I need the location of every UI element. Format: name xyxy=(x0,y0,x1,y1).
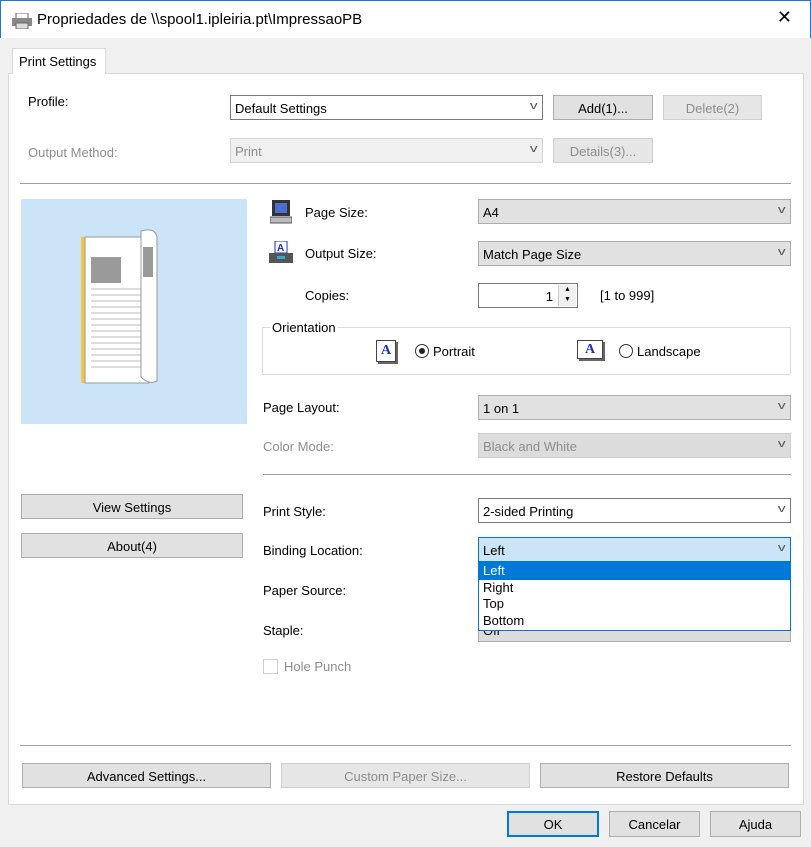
printer-icon xyxy=(12,13,32,29)
output-method-value: Print xyxy=(235,144,262,159)
hole-punch-checkbox[interactable] xyxy=(263,659,278,674)
color-mode-select[interactable]: Black and White v xyxy=(478,433,791,458)
output-size-select[interactable]: Match Page Size v xyxy=(478,241,791,266)
details-button[interactable]: Details(3)... xyxy=(553,138,653,163)
orientation-group xyxy=(262,327,791,375)
cancel-button[interactable]: Cancelar xyxy=(609,811,700,837)
print-style-label: Print Style: xyxy=(263,504,326,519)
chevron-down-icon: v xyxy=(529,100,538,112)
custom-paper-size-button[interactable]: Custom Paper Size... xyxy=(281,763,530,788)
chevron-down-icon: v xyxy=(777,438,786,450)
page-layout-select[interactable]: 1 on 1 v xyxy=(478,395,791,420)
close-button[interactable]: ✕ xyxy=(777,7,792,28)
option-bottom[interactable]: Bottom xyxy=(479,613,790,630)
option-left[interactable]: Left xyxy=(479,563,790,580)
chevron-down-icon: v xyxy=(777,503,786,515)
binding-location-value: Left xyxy=(483,543,505,558)
profile-select[interactable]: Default Settings v xyxy=(230,95,543,120)
paper-source-label: Paper Source: xyxy=(263,583,347,598)
window-title: Propriedades de \\spool1.ipleiria.pt\Imp… xyxy=(37,11,363,28)
help-button[interactable]: Ajuda xyxy=(710,811,801,837)
advanced-settings-button[interactable]: Advanced Settings... xyxy=(22,763,271,788)
svg-text:A: A xyxy=(277,243,284,254)
orientation-label: Orientation xyxy=(270,320,338,335)
copies-label: Copies: xyxy=(305,288,350,303)
divider xyxy=(263,474,791,475)
about-button[interactable]: About(4) xyxy=(21,533,243,558)
copies-value: 1 xyxy=(545,289,553,304)
ok-button[interactable]: OK xyxy=(507,811,599,837)
divider xyxy=(20,745,791,746)
portrait-icon: A xyxy=(376,340,396,362)
profile-value: Default Settings xyxy=(235,101,327,116)
copies-spinner[interactable]: ▲ ▼ xyxy=(558,285,576,306)
chevron-down-icon: v xyxy=(529,143,538,155)
chevron-down-icon: v xyxy=(777,246,786,258)
staple-label: Staple: xyxy=(263,623,304,638)
page-size-value: A4 xyxy=(483,205,499,220)
output-size-value: Match Page Size xyxy=(483,247,582,262)
spin-down-icon[interactable]: ▼ xyxy=(559,295,576,305)
divider xyxy=(20,183,791,184)
landscape-label[interactable]: Landscape xyxy=(637,344,701,359)
landscape-radio[interactable] xyxy=(619,344,633,358)
portrait-radio[interactable] xyxy=(415,344,429,358)
copies-range: [1 to 999] xyxy=(600,288,655,303)
color-mode-label: Color Mode: xyxy=(263,439,334,454)
add-profile-button[interactable]: Add(1)... xyxy=(553,95,653,120)
option-top[interactable]: Top xyxy=(479,596,790,613)
hole-punch-label[interactable]: Hole Punch xyxy=(284,659,351,674)
output-size-label: Output Size: xyxy=(305,246,377,261)
document-preview-icon xyxy=(81,229,158,384)
binding-location-label: Binding Location: xyxy=(263,543,363,558)
print-style-select[interactable]: 2-sided Printing v xyxy=(478,498,791,523)
view-settings-button[interactable]: View Settings xyxy=(21,494,243,519)
page-layout-value: 1 on 1 xyxy=(483,401,520,416)
title-bar: Propriedades de \\spool1.ipleiria.pt\Imp… xyxy=(0,0,811,38)
page-size-icon xyxy=(270,200,292,224)
print-style-value: 2-sided Printing xyxy=(483,504,574,519)
page-size-label: Page Size: xyxy=(305,205,368,220)
output-method-label: Output Method: xyxy=(28,145,118,160)
spin-up-icon[interactable]: ▲ xyxy=(559,285,576,295)
portrait-label[interactable]: Portrait xyxy=(433,344,475,359)
profile-label: Profile: xyxy=(28,94,69,109)
page-size-select[interactable]: A4 v xyxy=(478,199,791,224)
landscape-icon: A xyxy=(577,340,603,359)
output-size-icon: A xyxy=(269,241,293,263)
tab-print-settings[interactable]: Print Settings xyxy=(12,48,106,74)
color-mode-value: Black and White xyxy=(483,439,577,454)
output-method-select[interactable]: Print v xyxy=(230,138,543,163)
option-right[interactable]: Right xyxy=(479,580,790,597)
chevron-down-icon: v xyxy=(777,204,786,216)
restore-defaults-button[interactable]: Restore Defaults xyxy=(540,763,789,788)
chevron-down-icon: v xyxy=(777,400,786,412)
binding-location-dropdown: Left Right Top Bottom xyxy=(478,562,791,631)
page-preview xyxy=(21,199,247,424)
chevron-down-icon: v xyxy=(777,542,786,554)
binding-location-select[interactable]: Left v xyxy=(478,537,791,562)
page-layout-label: Page Layout: xyxy=(263,400,340,415)
delete-profile-button[interactable]: Delete(2) xyxy=(663,95,762,120)
